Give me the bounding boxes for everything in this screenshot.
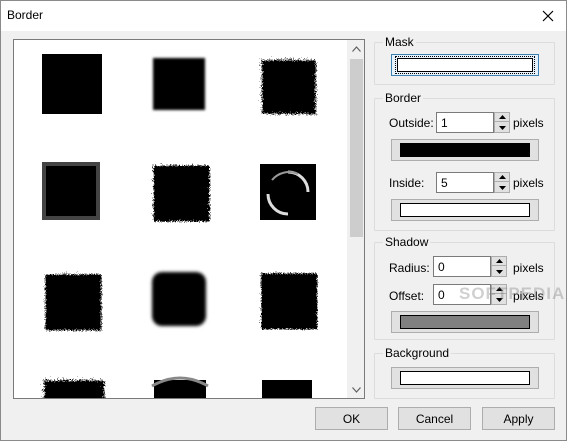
watermark: SOFTPEDIA	[459, 284, 566, 303]
preset-square-rounded-blur[interactable]	[144, 266, 224, 346]
mask-group-label: Mask	[383, 35, 416, 49]
preset-square-rough[interactable]	[144, 158, 224, 238]
preset-square-swirl[interactable]	[252, 158, 332, 238]
apply-button[interactable]: Apply	[482, 407, 555, 430]
gallery-scrollbar[interactable]	[347, 40, 364, 398]
spin-down-icon	[498, 185, 506, 190]
preset-square-sharp[interactable]	[36, 50, 116, 130]
outside-spinner	[436, 112, 510, 133]
scroll-thumb[interactable]	[350, 59, 363, 237]
inside-color-swatch	[400, 203, 530, 217]
preset-square-soft[interactable]	[144, 50, 224, 130]
radius-increment-button[interactable]	[492, 257, 506, 266]
spin-down-icon	[498, 125, 506, 130]
preset-grid	[14, 40, 348, 398]
preset-square-sharp-small[interactable]	[252, 372, 332, 398]
offset-label: Offset:	[389, 289, 425, 303]
border-dialog: Border Mask Border Outside: 1 pixels Ins…	[0, 0, 567, 441]
window-title: Border	[7, 8, 44, 22]
outside-label: Outside:	[389, 116, 434, 130]
preset-square-spray-dense[interactable]	[252, 266, 332, 346]
spin-up-icon	[495, 259, 503, 263]
preset-square-arc[interactable]	[144, 372, 224, 398]
mask-group: Mask	[374, 35, 555, 85]
inside-unit: pixels	[513, 176, 544, 190]
title-bar: Border	[1, 1, 566, 31]
shadow-color-swatch	[400, 315, 530, 329]
scroll-down-button[interactable]	[348, 381, 364, 398]
radius-spinner	[433, 256, 507, 277]
border-group-label: Border	[383, 91, 424, 105]
outside-color-swatch	[400, 143, 530, 157]
close-icon	[542, 10, 554, 22]
shadow-group-label: Shadow	[383, 235, 431, 249]
preset-square-blur-edge[interactable]	[36, 158, 116, 238]
outside-input[interactable]	[436, 112, 494, 133]
inside-color-button[interactable]	[391, 199, 539, 221]
close-button[interactable]	[530, 1, 566, 31]
inside-spinner	[436, 172, 510, 193]
inside-increment-button[interactable]	[495, 173, 509, 182]
radius-unit: pixels	[513, 261, 544, 275]
outside-increment-button[interactable]	[495, 113, 509, 122]
cancel-button[interactable]: Cancel	[398, 407, 471, 430]
background-color-button[interactable]	[391, 367, 539, 389]
shadow-color-button[interactable]	[391, 311, 539, 333]
spin-down-icon	[495, 269, 503, 274]
mask-color-swatch	[395, 56, 535, 74]
inside-label: Inside:	[389, 176, 425, 190]
background-group-label: Background	[383, 346, 452, 360]
radius-label: Radius:	[389, 261, 430, 275]
spin-up-icon	[498, 175, 506, 179]
chevron-up-icon	[352, 45, 361, 52]
border-preset-gallery[interactable]	[13, 39, 365, 399]
mask-color-button[interactable]	[391, 54, 539, 76]
radius-input[interactable]	[433, 256, 491, 277]
outside-color-button[interactable]	[391, 139, 539, 161]
outside-unit: pixels	[513, 116, 544, 130]
ok-button[interactable]: OK	[315, 407, 388, 430]
preset-square-torn[interactable]	[36, 372, 116, 398]
outside-spin-buttons	[494, 112, 510, 133]
radius-spin-buttons	[491, 256, 507, 277]
outside-decrement-button[interactable]	[495, 123, 509, 132]
background-color-swatch	[400, 371, 530, 385]
inside-spin-buttons	[494, 172, 510, 193]
border-group: Border Outside: pixels Inside: pixels	[374, 91, 555, 231]
inside-input[interactable]	[436, 172, 494, 193]
preset-square-spray[interactable]	[252, 50, 332, 130]
background-group: Background	[374, 346, 555, 399]
preset-square-noise[interactable]	[36, 266, 116, 346]
radius-decrement-button[interactable]	[492, 267, 506, 276]
spin-up-icon	[498, 115, 506, 119]
inside-decrement-button[interactable]	[495, 183, 509, 192]
chevron-down-icon	[352, 386, 361, 393]
scroll-up-button[interactable]	[348, 40, 364, 57]
